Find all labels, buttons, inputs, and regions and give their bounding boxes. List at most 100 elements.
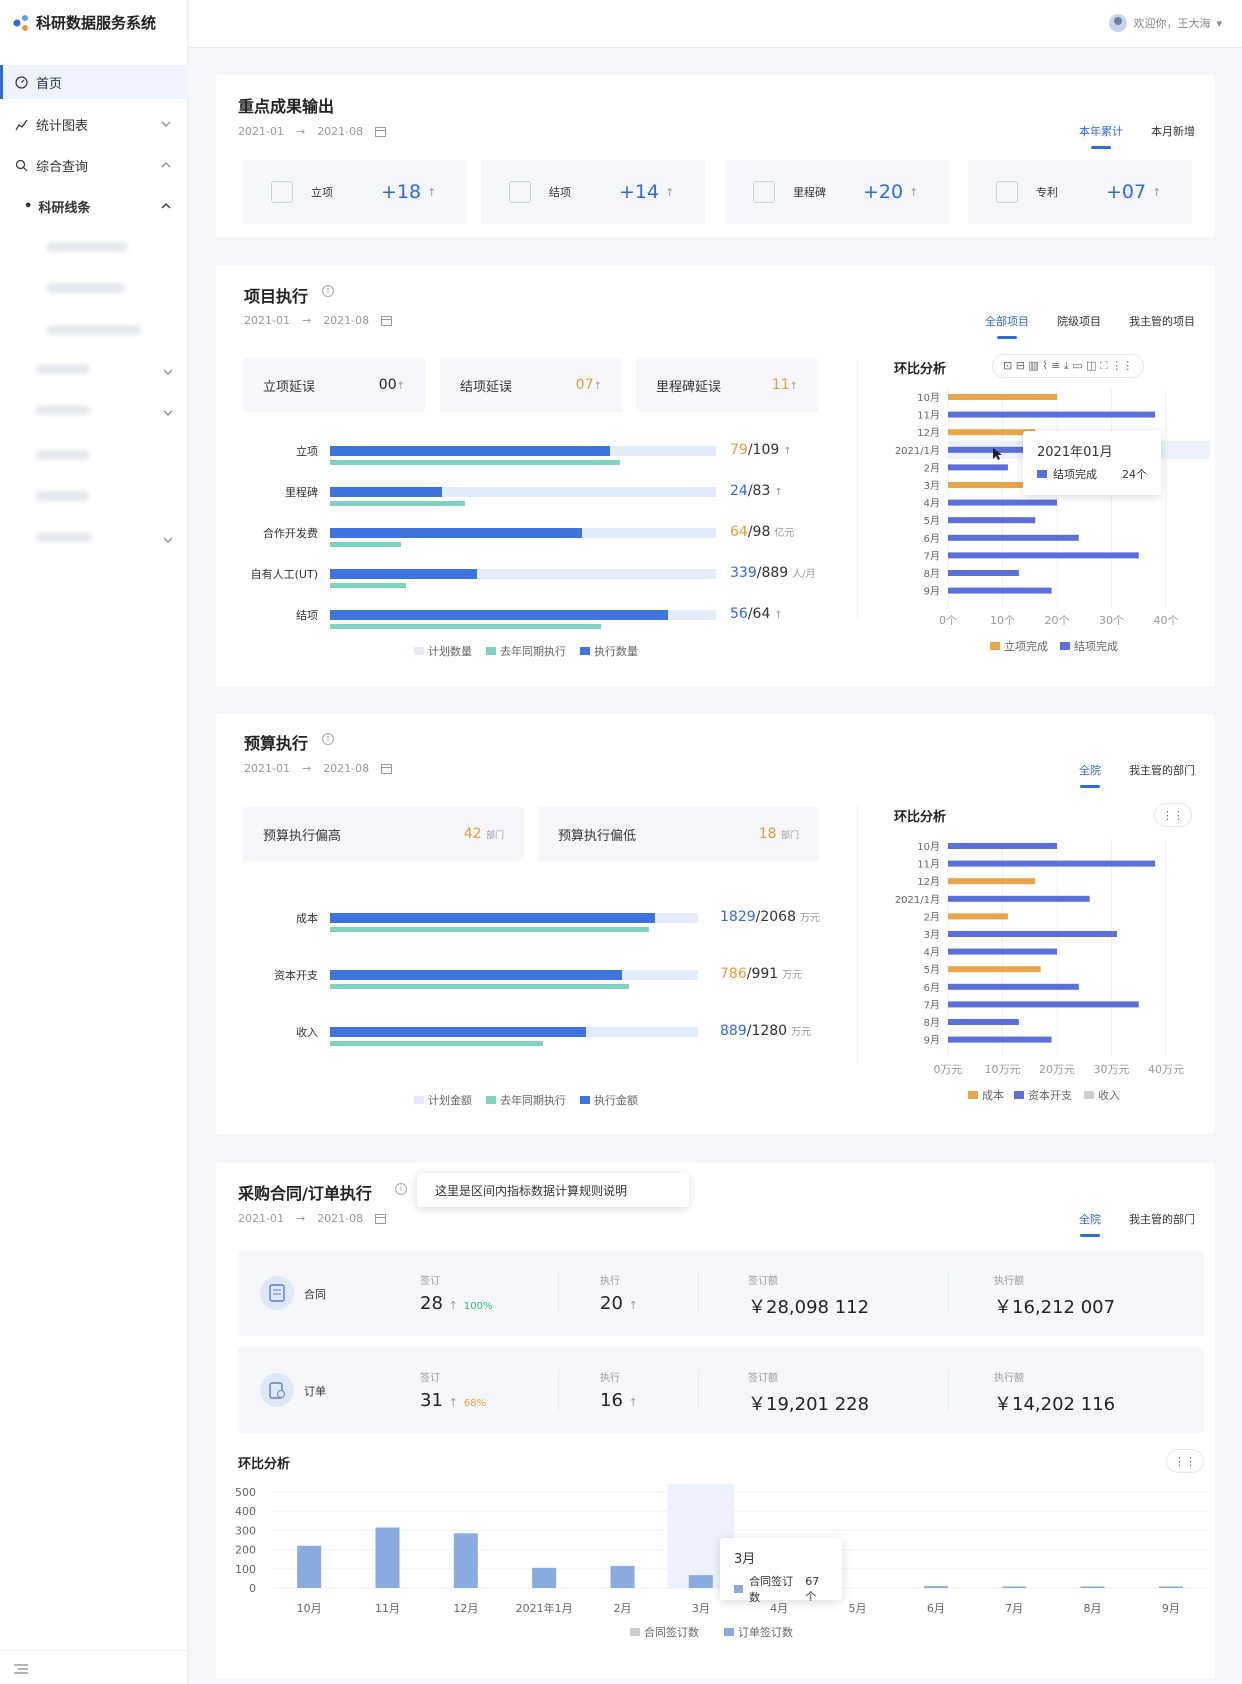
last-year-bar[interactable]	[330, 1041, 543, 1046]
budget-deviation[interactable]: 预算执行偏低 18 部门	[538, 807, 819, 861]
date-range[interactable]: 2021-01 → 2021-08	[238, 1212, 387, 1225]
tab-all-projects[interactable]: 全部项目	[985, 313, 1029, 339]
bar[interactable]	[948, 534, 1079, 541]
exec-bar[interactable]	[330, 913, 655, 923]
bar[interactable]	[948, 860, 1156, 867]
bar[interactable]	[948, 552, 1139, 559]
budget-ratio-chart[interactable]: 0万元 10万元 20万元 30万元 40万元 10月 11月 12月 2021/1月 2月 3月 4…	[880, 834, 1210, 1114]
tab-institute-projects[interactable]: 院级项目	[1057, 313, 1101, 329]
date-range[interactable]: 2021-01 → 2021-08	[244, 314, 393, 327]
blurred-menu-item[interactable]	[46, 283, 126, 293]
delay-metric[interactable]: 结项延误 07↑	[440, 358, 622, 412]
bar[interactable]	[948, 895, 1090, 902]
sidebar-item-charts[interactable]: 统计图表	[0, 107, 188, 141]
legend-label[interactable]: 资本开支	[1028, 1088, 1072, 1102]
exec-bar[interactable]	[330, 569, 477, 579]
collapse-menu-icon[interactable]	[14, 1663, 28, 1675]
bar[interactable]	[923, 1586, 948, 1588]
bar[interactable]	[610, 1565, 635, 1588]
info-icon[interactable]: i	[395, 1183, 407, 1195]
bar[interactable]	[948, 843, 1057, 849]
exec-bar[interactable]	[330, 528, 582, 538]
blurred-menu-item[interactable]	[46, 325, 142, 335]
bar[interactable]	[948, 1036, 1052, 1043]
user-menu[interactable]: 欢迎你，王大海 ▾	[1109, 14, 1222, 32]
tab-month-new[interactable]: 本月新增	[1151, 123, 1195, 139]
bar[interactable]	[948, 587, 1052, 594]
chart-menu[interactable]: ⋮⋮	[1166, 1449, 1204, 1473]
tab-my-departments[interactable]: 我主管的部门	[1129, 1211, 1195, 1227]
order-row[interactable]: 订单 签订 31 ↑ 68% 执行 16 ↑ 签订额 ￥19,201 228 执行额 ￥1…	[238, 1347, 1204, 1433]
kpi-card[interactable]: 专利 +07 ↑	[968, 160, 1192, 224]
tab-year-total[interactable]: 本年累计	[1079, 123, 1123, 149]
tab-my-projects[interactable]: 我主管的项目	[1129, 313, 1195, 329]
last-year-bar[interactable]	[330, 927, 649, 932]
info-icon[interactable]: i	[322, 285, 334, 297]
bar[interactable]	[948, 878, 1036, 885]
legend-label[interactable]: 订单签订数	[738, 1625, 793, 1639]
legend-item[interactable]: 去年同期执行	[486, 1092, 566, 1108]
blurred-menu-item[interactable]	[36, 405, 90, 415]
last-year-bar[interactable]	[330, 542, 401, 547]
bar[interactable]	[948, 411, 1156, 418]
exec-bar[interactable]	[330, 1027, 586, 1037]
legend-item[interactable]: 执行金额	[580, 1092, 638, 1108]
tab-my-departments[interactable]: 我主管的部门	[1129, 762, 1195, 778]
blurred-menu-item[interactable]	[46, 242, 128, 252]
chart-menu[interactable]: ⋮⋮	[1154, 803, 1192, 827]
date-range[interactable]: 2021-01 → 2021-08	[238, 125, 387, 138]
bar[interactable]	[948, 464, 1008, 471]
kpi-card[interactable]: 里程碑 +20 ↑	[725, 160, 949, 224]
exec-bar[interactable]	[330, 970, 622, 980]
app-logo[interactable]: 科研数据服务系统	[12, 12, 156, 33]
bar[interactable]	[948, 948, 1057, 955]
bar[interactable]	[948, 1019, 1019, 1025]
blurred-menu-item[interactable]	[36, 450, 90, 460]
blurred-menu-item[interactable]	[36, 491, 90, 501]
sidebar-item-research[interactable]: • 科研线条	[0, 189, 188, 223]
legend-item[interactable]: 计划金额	[414, 1092, 472, 1108]
exec-bar[interactable]	[330, 446, 610, 456]
blurred-menu-item[interactable]	[36, 532, 92, 542]
legend-label[interactable]: 成本	[982, 1088, 1004, 1102]
blurred-menu-item[interactable]	[36, 364, 90, 374]
exec-bar[interactable]	[330, 610, 668, 620]
bar[interactable]	[948, 1001, 1139, 1008]
last-year-bar[interactable]	[330, 624, 601, 629]
bar[interactable]	[532, 1567, 557, 1588]
sidebar-item-query[interactable]: 综合查询	[0, 148, 188, 182]
bar[interactable]	[948, 394, 1057, 400]
legend-item[interactable]: 计划数量	[414, 643, 472, 659]
last-year-bar[interactable]	[330, 501, 465, 506]
legend-label[interactable]: 合同签订数	[644, 1625, 699, 1639]
bar[interactable]	[375, 1527, 400, 1588]
bar[interactable]	[948, 570, 1019, 576]
bar[interactable]	[1002, 1586, 1027, 1588]
bar[interactable]	[948, 983, 1079, 990]
last-year-bar[interactable]	[330, 984, 629, 989]
last-year-bar[interactable]	[330, 583, 406, 588]
budget-deviation[interactable]: 预算执行偏高 42 部门	[243, 807, 524, 861]
legend-item[interactable]: 执行数量	[580, 643, 638, 659]
bar[interactable]	[1080, 1586, 1105, 1588]
kpi-card[interactable]: 立项 +18 ↑	[243, 160, 467, 224]
tab-whole-institute[interactable]: 全院	[1079, 1211, 1101, 1237]
date-range[interactable]: 2021-01 → 2021-08	[244, 762, 393, 775]
exec-bar[interactable]	[330, 487, 442, 497]
tab-whole-institute[interactable]: 全院	[1079, 762, 1101, 788]
bar[interactable]	[948, 499, 1057, 506]
kpi-card[interactable]: 结项 +14 ↑	[481, 160, 705, 224]
bar[interactable]	[948, 913, 1008, 920]
bar[interactable]	[948, 931, 1117, 937]
chart-toolbar[interactable]: ⊡ ⊟ ▥ ⌇ ≡ ⤓ ▭ ◫ ⛶ ⋮⋮	[992, 354, 1145, 378]
last-year-bar[interactable]	[330, 460, 620, 465]
bar[interactable]	[948, 966, 1041, 973]
legend-item[interactable]: 去年同期执行	[486, 643, 566, 659]
sidebar-item-home[interactable]: 首页	[0, 65, 188, 99]
info-icon[interactable]: i	[322, 733, 334, 745]
bar[interactable]	[297, 1545, 322, 1588]
bar[interactable]	[948, 517, 1036, 524]
project-ratio-chart[interactable]: 0个 10个 20个 30个 40个 10月 11月 12月 2021/1月 2月 3月 4月 5月 6月…	[880, 385, 1210, 665]
delay-metric[interactable]: 立项延误 00↑	[243, 358, 425, 412]
legend-label[interactable]: 结项完成	[1074, 639, 1118, 653]
